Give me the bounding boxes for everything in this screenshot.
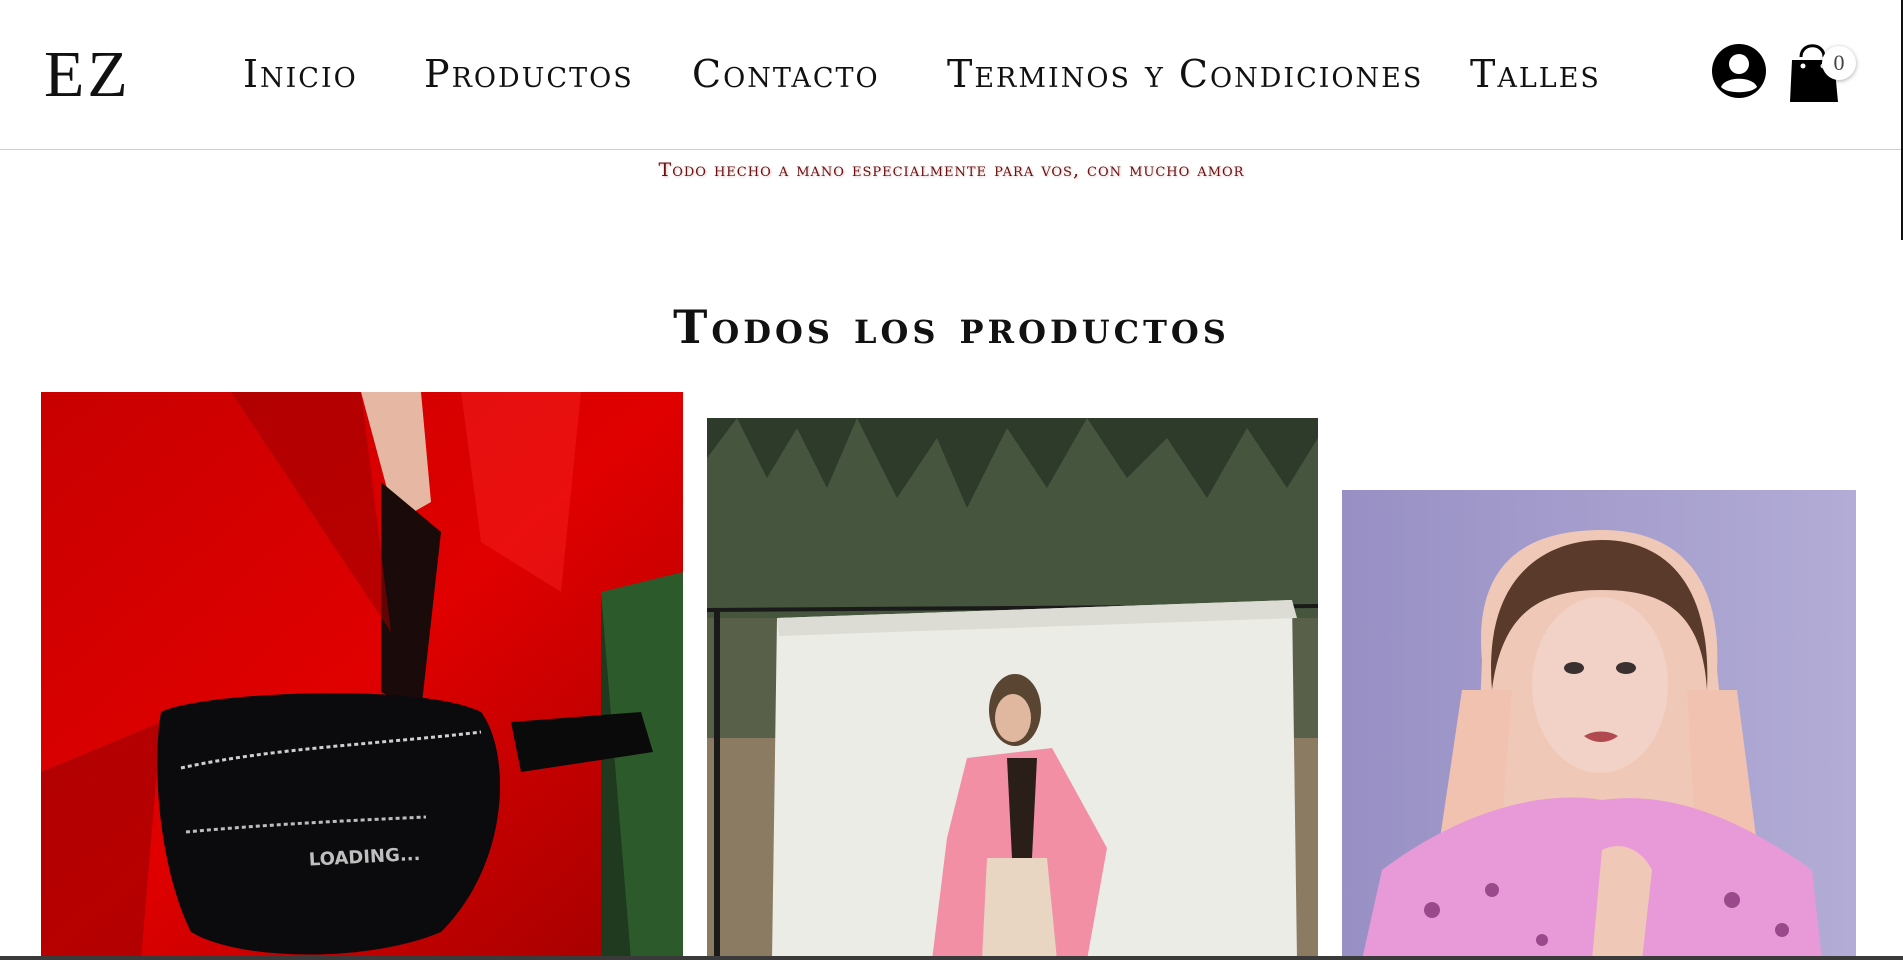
nav-item-productos[interactable]: Productos <box>424 54 634 94</box>
tagline-banner: Todo hecho a mano especialmente para vos… <box>658 159 1245 181</box>
product-image-1: LOADING... <box>41 392 683 960</box>
nav-item-contacto[interactable]: Contacto <box>692 54 880 94</box>
nav-item-inicio[interactable]: Inicio <box>243 54 358 94</box>
section-title: Todos los productos <box>673 300 1230 354</box>
product-card-3[interactable] <box>1342 490 1856 960</box>
site-header: EZ Inicio Productos Contacto Terminos y … <box>0 0 1903 150</box>
product-image-2 <box>707 418 1318 960</box>
nav-item-talles[interactable]: Talles <box>1470 54 1601 94</box>
brand-logo[interactable]: EZ <box>44 40 131 110</box>
nav-item-terminos[interactable]: Terminos y Condiciones <box>947 54 1423 94</box>
cart-count-badge: 0 <box>1822 46 1856 80</box>
product-image-3 <box>1342 490 1856 960</box>
product-card-2[interactable] <box>707 418 1318 960</box>
user-circle-icon[interactable] <box>1711 43 1767 99</box>
bottom-edge <box>0 956 1903 960</box>
product-card-1[interactable]: LOADING... <box>41 392 683 960</box>
